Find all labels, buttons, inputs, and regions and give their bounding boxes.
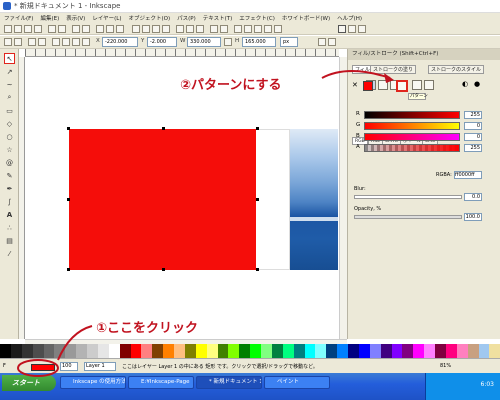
step2-arrowhead bbox=[384, 73, 394, 83]
step1-circle bbox=[17, 359, 59, 377]
step1-arrow bbox=[57, 325, 93, 361]
annotation-arrows bbox=[17, 70, 394, 377]
step2-annotation: ②パターンにする bbox=[180, 78, 282, 93]
step1-annotation: ①ここをクリック bbox=[96, 321, 199, 336]
step2-arrow bbox=[321, 70, 391, 79]
